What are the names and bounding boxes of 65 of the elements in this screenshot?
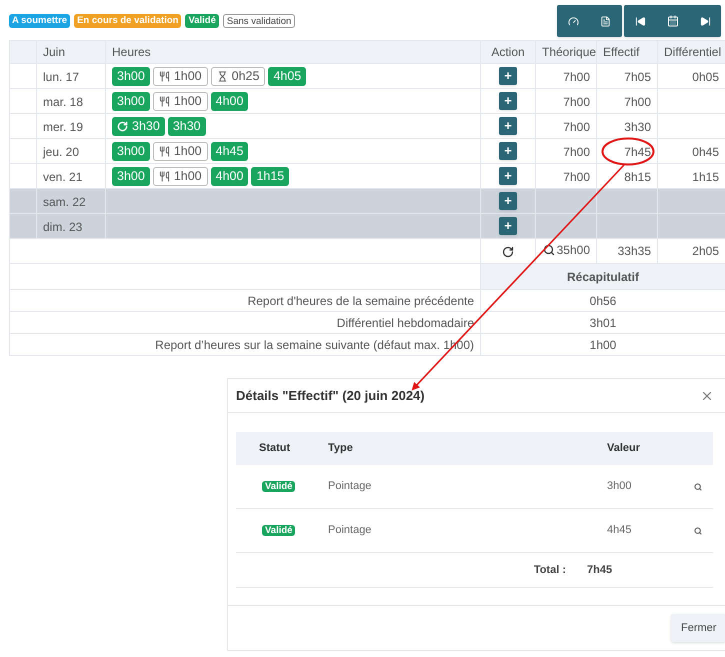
summary-label: Différentiel hebdomadaire [10, 312, 480, 334]
day-cell: jeu. 20 [36, 138, 106, 164]
status-legend-tag: En cours de validation [74, 14, 182, 28]
table-cell: 7h45 [596, 138, 658, 164]
table-cell: 7h00 [536, 64, 596, 88]
close-button[interactable]: Fermer [671, 614, 725, 642]
cutlery-icon [158, 96, 170, 106]
meal-chip[interactable]: 1h00 [152, 66, 208, 86]
column-header: Heures [106, 40, 480, 64]
table-cell-text: 3h00 [607, 479, 632, 494]
table-cell: 7h00 [536, 114, 596, 138]
column-header: Statut [259, 441, 292, 456]
status-legend-tag: Sans validation [222, 14, 296, 28]
refresh-icon[interactable] [502, 246, 514, 258]
total-label: Total : [532, 562, 567, 578]
add-button[interactable]: + [499, 142, 517, 160]
add-button[interactable]: + [499, 166, 517, 185]
column-header: Théorique [536, 40, 596, 64]
column-header: Valeur [607, 441, 640, 456]
column-header: Différentiel [658, 40, 725, 64]
day-cell: dim. 23 [36, 214, 106, 238]
column-header: Effectif [596, 40, 658, 64]
search-icon[interactable] [542, 244, 555, 256]
dialog-title: Détails "Effectif" (20 juin 2024) [236, 386, 425, 405]
previous-icon[interactable] [634, 16, 646, 26]
summary-header: Récapitulatif [480, 264, 725, 290]
column-header: Juin [36, 40, 106, 64]
refresh-icon [117, 120, 128, 132]
status-badge: Validé [262, 481, 296, 492]
table-cell: 3h30 [596, 114, 658, 138]
search-icon[interactable] [694, 526, 702, 534]
cutlery-icon [158, 70, 170, 82]
table-cell: 7h00 [596, 88, 658, 114]
break-chip[interactable]: 0h25 [210, 66, 266, 86]
status-legend-tag: Validé [185, 14, 219, 28]
day-cell: lun. 17 [36, 64, 106, 88]
calendar-icon[interactable] [666, 15, 678, 27]
meal-chip[interactable]: 1h00 [152, 92, 208, 110]
summary-label: Report d'heures de la semaine précédente [10, 290, 480, 312]
day-cell: mar. 18 [36, 88, 106, 114]
table-cell: 7h00 [536, 88, 596, 114]
table-cell-text: Pointage [328, 479, 372, 494]
column-header: Type [328, 441, 354, 456]
cutlery-icon [158, 170, 170, 182]
table-cell-text: 4h45 [607, 523, 632, 538]
table-cell-text: 35h00 [556, 242, 590, 259]
total-value: 7h45 [587, 562, 612, 578]
search-icon[interactable] [694, 482, 702, 490]
table-cell-text: Pointage [328, 523, 372, 538]
next-icon[interactable] [700, 16, 710, 26]
status-legend-tag: A soumettre [9, 14, 70, 28]
add-button[interactable]: + [499, 116, 517, 135]
status-badge: Validé [262, 525, 296, 536]
table-cell: 7h05 [596, 64, 658, 88]
pdf-icon[interactable] [600, 16, 612, 26]
table-cell: 7h00 [536, 138, 596, 164]
day-cell: mer. 19 [36, 114, 106, 138]
column-header: Action [480, 40, 536, 64]
gauge-icon[interactable] [568, 16, 579, 26]
add-button[interactable]: + [499, 66, 517, 85]
hourglass-icon [216, 70, 228, 82]
cutlery-icon [158, 146, 170, 156]
add-button[interactable]: + [499, 92, 517, 110]
meal-chip[interactable]: 1h00 [152, 166, 208, 186]
meal-chip[interactable]: 1h00 [152, 142, 208, 160]
